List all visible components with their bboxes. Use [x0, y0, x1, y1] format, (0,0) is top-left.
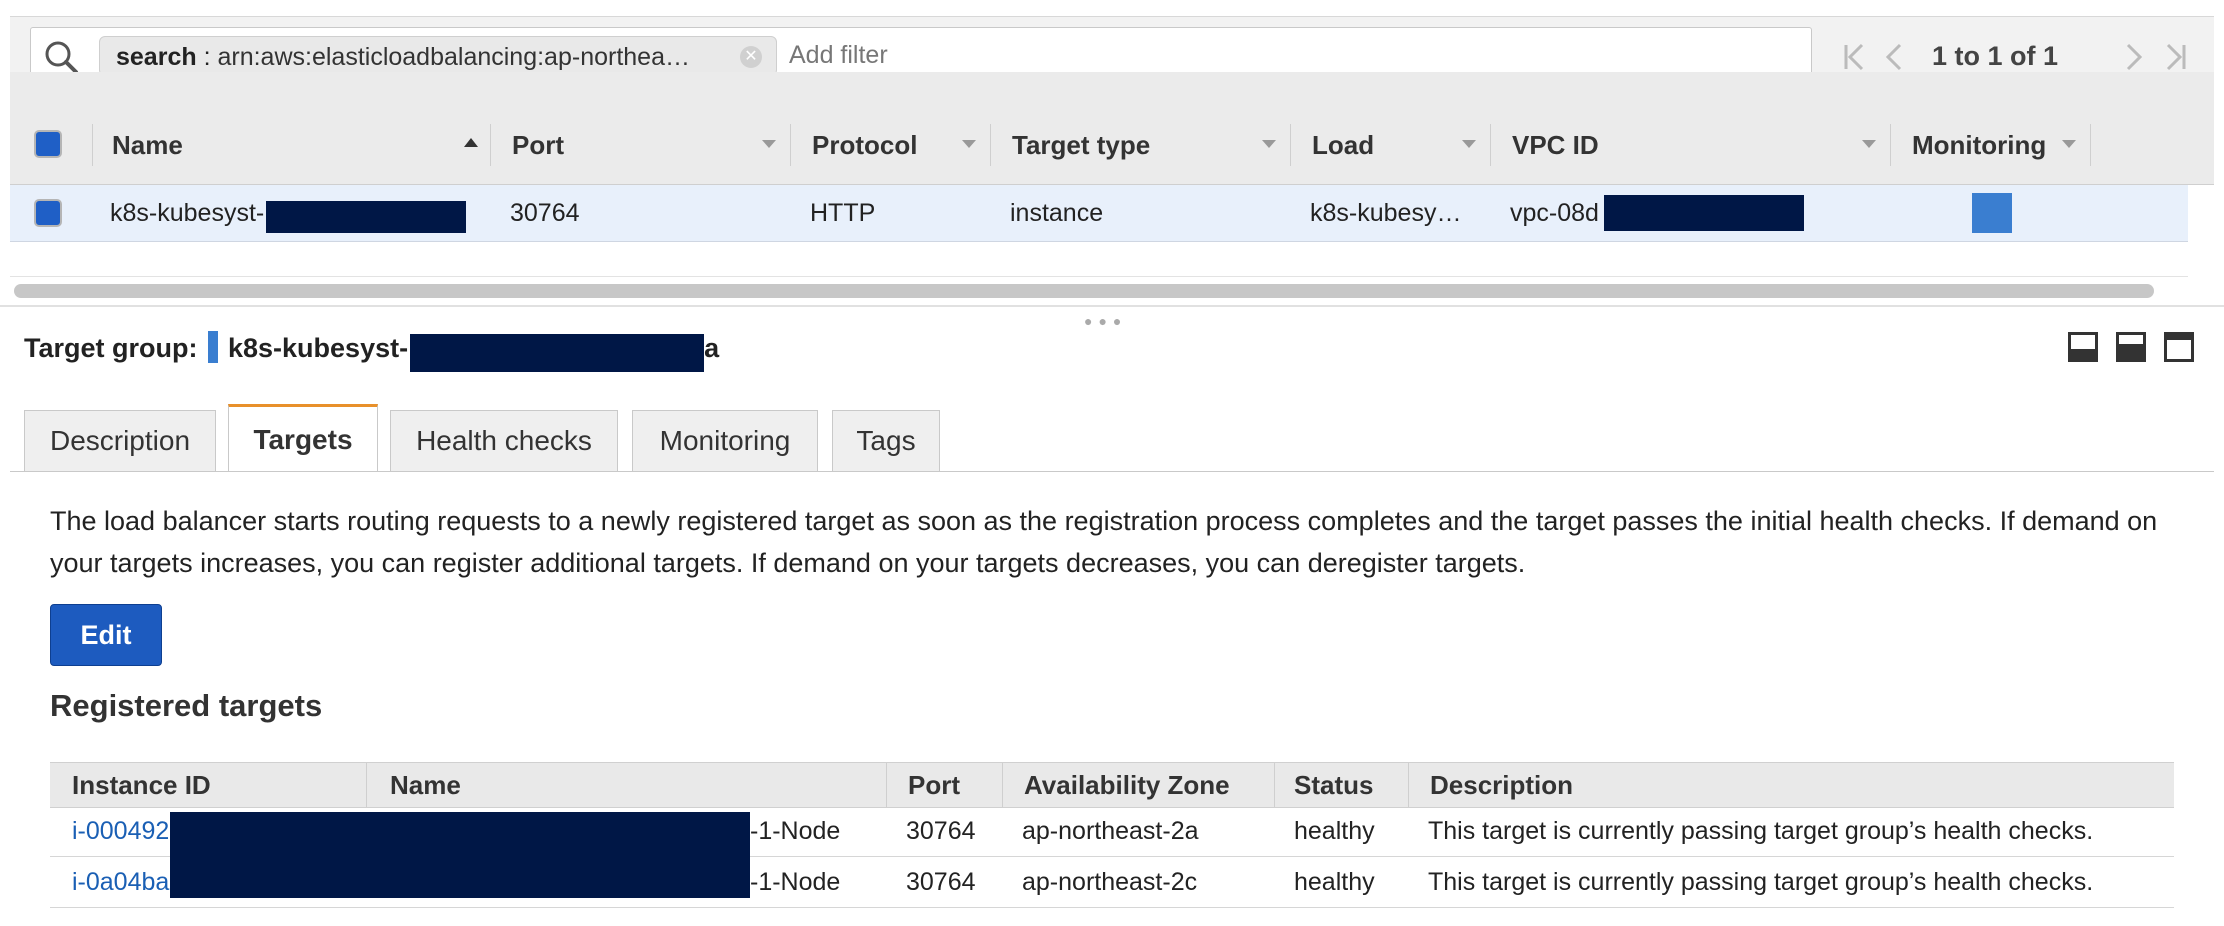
target-group-name-suffix: a	[704, 333, 720, 363]
target-port: 30764	[906, 817, 976, 845]
registered-targets-title: Registered targets	[50, 688, 323, 723]
column-vpc-id[interactable]: VPC ID	[1512, 124, 1599, 166]
token-key: search	[116, 43, 197, 71]
chevron-down-icon[interactable]	[1462, 140, 1476, 148]
select-all-checkbox[interactable]	[34, 130, 62, 158]
chevron-down-icon[interactable]	[962, 140, 976, 148]
search-filter-token[interactable]: search : arn:aws:elasticloadbalancing:ap…	[99, 36, 777, 76]
column-port[interactable]: Port	[512, 124, 564, 166]
target-description: This target is currently passing target …	[1428, 868, 2094, 896]
monitoring-indicator[interactable]	[1972, 193, 2012, 233]
layout-split-panel-icon[interactable]	[2116, 332, 2146, 362]
target-status: healthy	[1294, 868, 1375, 896]
tab-description[interactable]: Description	[24, 410, 216, 472]
target-az: ap-northeast-2c	[1022, 868, 1198, 896]
target-group-name-prefix: k8s-kubesyst-	[228, 333, 409, 363]
target-name: -1-Node	[750, 817, 841, 845]
column-target-name: Name	[390, 770, 461, 800]
target-az: ap-northeast-2a	[1022, 817, 1199, 845]
split-divider[interactable]	[0, 305, 2224, 307]
row-name: k8s-kubesyst-	[110, 199, 265, 227]
row-vpc-id: vpc-08d	[1510, 199, 1599, 227]
column-name[interactable]: Name	[112, 124, 183, 166]
target-group-label: Target group:	[24, 333, 198, 363]
target-port: 30764	[906, 868, 976, 896]
row-protocol: HTTP	[810, 199, 876, 227]
column-protocol[interactable]: Protocol	[812, 124, 917, 166]
redacted-block	[170, 812, 750, 898]
clear-token-icon[interactable]: ✕	[740, 46, 762, 68]
column-instance-id: Instance ID	[72, 770, 211, 800]
column-target-type[interactable]: Target type	[1012, 124, 1150, 166]
column-description: Description	[1430, 770, 1574, 800]
registered-targets-header: Instance ID Name Port Availability Zone …	[50, 762, 2174, 808]
tab-tags[interactable]: Tags	[832, 410, 940, 472]
target-description: This target is currently passing target …	[1428, 817, 2094, 845]
token-value: arn:aws:elasticloadbalancing:ap-northea…	[217, 43, 690, 71]
last-page-icon[interactable]	[2160, 37, 2190, 77]
redacted-block	[266, 201, 466, 233]
target-status: healthy	[1294, 817, 1375, 845]
row-checkbox[interactable]	[34, 199, 62, 227]
add-filter-placeholder[interactable]: Add filter	[789, 41, 888, 70]
instance-id-link[interactable]: i-0a04ba	[72, 857, 169, 907]
tab-baseline	[10, 471, 2214, 472]
tab-monitoring[interactable]: Monitoring	[632, 410, 818, 472]
layout-bottom-panel-icon[interactable]	[2068, 332, 2098, 362]
target-name: -1-Node	[750, 868, 841, 896]
redacted-block	[1604, 195, 1804, 231]
instance-id-link[interactable]: i-000492	[72, 806, 169, 856]
drag-handle-icon[interactable]: ●●●	[1084, 313, 1127, 329]
first-page-icon[interactable]	[1840, 37, 1870, 77]
table-row[interactable]: k8s-kubesyst- 30764 HTTP instance k8s-ku…	[10, 185, 2188, 242]
chevron-down-icon[interactable]	[2062, 140, 2076, 148]
edit-button[interactable]: Edit	[50, 604, 162, 666]
column-monitoring[interactable]: Monitoring	[1912, 124, 2046, 166]
tab-targets[interactable]: Targets	[228, 404, 378, 472]
page-range: 1 to 1 of 1	[1932, 41, 2059, 71]
row-target-type: instance	[1010, 199, 1104, 227]
row-port: 30764	[510, 199, 580, 227]
row-load-balancer[interactable]: k8s-kubesy…	[1310, 185, 1461, 241]
target-groups-table-header: Name Port Protocol Target type Load Bala…	[10, 72, 2214, 185]
redacted-block	[410, 334, 704, 372]
token-separator: :	[196, 43, 218, 71]
chevron-down-icon[interactable]	[762, 140, 776, 148]
chevron-down-icon[interactable]	[1862, 140, 1876, 148]
horizontal-scrollbar[interactable]	[14, 284, 2154, 298]
column-status: Status	[1294, 770, 1374, 800]
target-group-color-marker	[208, 331, 218, 363]
empty-row	[10, 242, 2188, 277]
column-load-balancer[interactable]: Load Balanc	[1312, 124, 1462, 166]
column-availability-zone: Availability Zone	[1024, 770, 1230, 800]
search-icon	[45, 41, 78, 74]
sort-ascending-icon[interactable]	[464, 138, 478, 147]
targets-description: The load balancer starts routing request…	[50, 506, 2158, 578]
tab-health-checks[interactable]: Health checks	[390, 410, 618, 472]
next-page-icon[interactable]	[2118, 37, 2148, 77]
previous-page-icon[interactable]	[1880, 37, 1910, 77]
column-target-port: Port	[908, 770, 960, 800]
layout-top-panel-icon[interactable]	[2164, 332, 2194, 362]
chevron-down-icon[interactable]	[1262, 140, 1276, 148]
